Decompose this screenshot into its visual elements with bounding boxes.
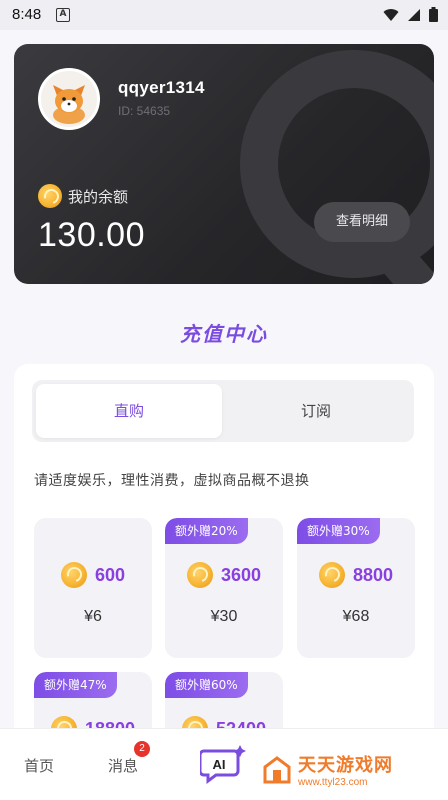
nav-messages[interactable]: 消息 (108, 755, 138, 776)
balance-value: 130.00 (38, 216, 145, 254)
signal-icon (408, 8, 420, 21)
purchase-notice: 请适度娱乐，理性消费，虚拟商品概不退换 (34, 473, 310, 489)
section-title: 充值中心 (180, 322, 268, 346)
watermark-url: www.ttyl23.com (298, 777, 368, 788)
tab-subscription[interactable]: 订阅 (222, 384, 410, 438)
coin-icon (38, 184, 62, 208)
watermark-title: 天天游戏网 (298, 755, 393, 776)
package-price: ¥6 (84, 608, 102, 625)
package-amount: 600 (94, 564, 126, 585)
balance-label: 我的余额 (68, 187, 129, 206)
profile-card: qqyer1314 ID: 54635 我的余额 130.00 查看明细 (14, 44, 434, 284)
bonus-badge: 额外赠30% (297, 518, 380, 544)
status-icons (383, 7, 438, 22)
package-coin-row: 3600 (165, 562, 283, 588)
balance-row: 我的余额 (38, 184, 128, 208)
wifi-icon (383, 8, 399, 21)
bonus-badge: 额外赠60% (165, 672, 248, 698)
battery-icon (429, 7, 438, 22)
tab-direct-purchase[interactable]: 直购 (36, 384, 222, 438)
ai-chat-icon: AI (198, 745, 246, 784)
watermark-text: 天天游戏网 www.ttyl23.com (298, 751, 393, 788)
nav-home[interactable]: 首页 (24, 755, 54, 776)
package-amount: 3600 (220, 564, 262, 585)
package-card[interactable]: 600 ¥6 (34, 518, 152, 658)
bonus-badge: 额外赠47% (34, 672, 117, 698)
ai-label: AI (213, 757, 226, 772)
status-bar: 8:48 A (0, 0, 448, 30)
package-card[interactable]: 额外赠30% 8800 ¥68 (297, 518, 415, 658)
view-details-button[interactable]: 查看明细 (314, 202, 410, 242)
purchase-tabs: 直购 订阅 (32, 380, 414, 442)
bottom-nav: 首页 消息 2 AI 天天游戏网 www.ttyl23.com (0, 728, 448, 800)
coin-icon (60, 562, 87, 588)
package-amount: 8800 (352, 564, 394, 585)
watermark: 天天游戏网 www.ttyl23.com (262, 751, 393, 788)
nav-ai-button[interactable]: AI (198, 743, 246, 785)
card-decoration (240, 50, 434, 284)
watermark-logo-icon (263, 755, 291, 783)
bonus-badge: 额外赠20% (165, 518, 248, 544)
package-price: ¥68 (342, 608, 370, 625)
package-price: ¥30 (210, 608, 238, 625)
package-coin-row: 600 (34, 562, 152, 588)
user-id: ID: 54635 (118, 104, 171, 118)
fox-avatar-icon (53, 85, 85, 124)
recharge-panel: 直购 订阅 请适度娱乐，理性消费，虚拟商品概不退换 600 ¥6 额外赠20% … (14, 364, 434, 800)
message-count-badge: 2 (134, 741, 150, 757)
username: qqyer1314 (118, 78, 205, 97)
coin-icon (186, 562, 213, 588)
coin-icon (318, 562, 345, 588)
package-card[interactable]: 额外赠20% 3600 ¥30 (165, 518, 283, 658)
package-coin-row: 8800 (297, 562, 415, 588)
avatar[interactable] (38, 68, 100, 130)
app-notification-icon: A (56, 8, 70, 22)
status-time: 8:48 (12, 6, 42, 23)
